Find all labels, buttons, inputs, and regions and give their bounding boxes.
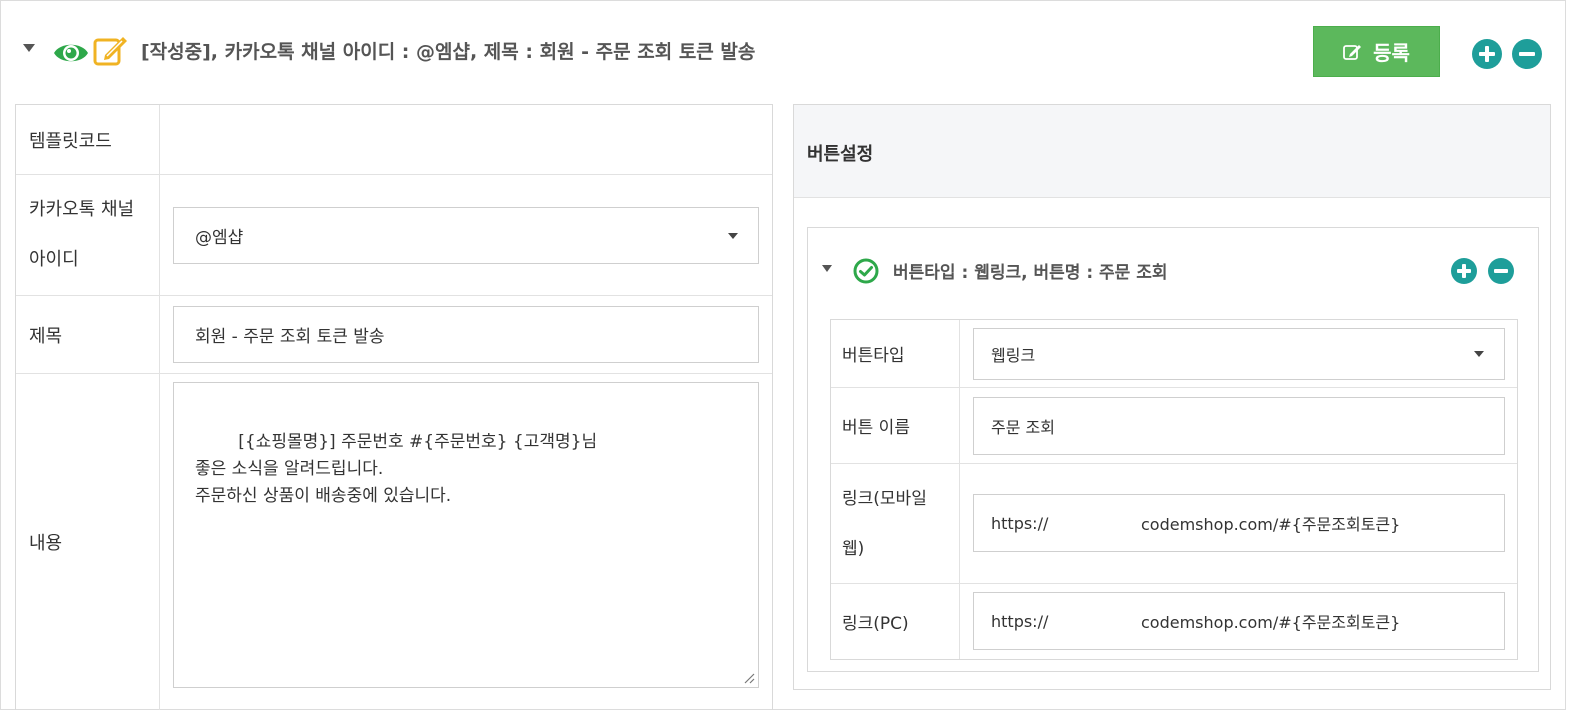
content-row: 내용 [{쇼핑몰명}] 주문번호 #{주문번호} {고객명}님 좋은 소식을 알… [16, 374, 772, 710]
channel-label-line1: 카카오톡 채널 [29, 199, 135, 220]
channel-label: 카카오톡 채널 아이디 [16, 175, 160, 295]
subject-input[interactable]: 회원 - 주문 조회 토큰 발송 [173, 306, 759, 363]
template-code-label: 템플릿코드 [16, 105, 160, 174]
subject-input-value: 회원 - 주문 조회 토큰 발송 [195, 327, 385, 347]
template-form-table: 템플릿코드 카카오톡 채널 아이디 @엠샵 제목 회원 - 주문 조회 토큰 발… [15, 104, 773, 710]
template-code-row: 템플릿코드 [16, 105, 772, 175]
edit-icon[interactable] [93, 35, 129, 67]
button-type-value: 웹링크 [991, 346, 1036, 365]
button-name-input[interactable]: 주문 조회 [973, 397, 1505, 455]
channel-select-value: @엠샵 [195, 228, 244, 248]
resize-handle-icon[interactable] [743, 672, 755, 684]
link-mobile-value: codemshop.com/#{주문조회토큰} [1141, 515, 1401, 534]
remove-button-item[interactable] [1488, 258, 1514, 284]
link-mobile-scheme: https:// [991, 513, 1049, 533]
button-name-label: 버튼 이름 [831, 388, 960, 463]
button-settings-header: 버튼설정 [794, 105, 1550, 198]
button-settings-panel: 버튼설정 버튼타입 : 웹링크, 버튼명 : 주문 조회 버튼타입 웹링크 버튼… [793, 104, 1551, 690]
link-pc-value: codemshop.com/#{주문조회토큰} [1141, 613, 1401, 632]
channel-select[interactable]: @엠샵 [173, 207, 759, 264]
card-header: [작성중], 카카오톡 채널 아이디 : @엠샵, 제목 : 회원 - 주문 조… [1, 1, 1567, 99]
button-type-label: 버튼타입 [831, 320, 960, 387]
register-button[interactable]: 등록 [1313, 26, 1440, 77]
channel-row: 카카오톡 채널 아이디 @엠샵 [16, 175, 772, 296]
chevron-down-icon [728, 232, 738, 239]
card-title: [작성중], 카카오톡 채널 아이디 : @엠샵, 제목 : 회원 - 주문 조… [141, 41, 756, 63]
link-mobile-row: 링크(모바일 웹) https:// codemshop.com/#{주문조회토… [831, 464, 1517, 584]
button-item-table: 버튼타입 웹링크 버튼 이름 주문 조회 링크(모바일 웹) https:// … [830, 319, 1518, 660]
link-mobile-input[interactable]: https:// codemshop.com/#{주문조회토큰} [973, 494, 1505, 552]
button-settings-title: 버튼설정 [807, 144, 874, 165]
button-name-row: 버튼 이름 주문 조회 [831, 388, 1517, 464]
collapse-caret-icon[interactable] [23, 44, 35, 52]
button-item-title: 버튼타입 : 웹링크, 버튼명 : 주문 조회 [893, 263, 1168, 283]
link-pc-scheme: https:// [991, 611, 1049, 631]
remove-template-button[interactable] [1512, 39, 1542, 69]
link-mobile-label: 링크(모바일 웹) [831, 464, 960, 583]
check-circle-icon [853, 258, 879, 284]
link-mobile-label-line1: 링크(모바일 [842, 488, 927, 509]
button-type-select[interactable]: 웹링크 [973, 328, 1505, 380]
content-textarea[interactable]: [{쇼핑몰명}] 주문번호 #{주문번호} {고객명}님 좋은 소식을 알려드립… [173, 382, 759, 688]
template-card: [작성중], 카카오톡 채널 아이디 : @엠샵, 제목 : 회원 - 주문 조… [0, 0, 1566, 710]
add-template-button[interactable] [1472, 39, 1502, 69]
link-pc-input[interactable]: https:// codemshop.com/#{주문조회토큰} [973, 592, 1505, 650]
content-textarea-value: [{쇼핑몰명}] 주문번호 #{주문번호} {고객명}님 좋은 소식을 알려드립… [195, 432, 598, 506]
content-label: 내용 [16, 374, 160, 710]
link-mobile-label-line2: 웹) [842, 538, 865, 559]
add-button-item[interactable] [1451, 258, 1477, 284]
link-pc-row: 링크(PC) https:// codemshop.com/#{주문조회토큰} [831, 584, 1517, 659]
subject-row: 제목 회원 - 주문 조회 토큰 발송 [16, 296, 772, 374]
collapse-caret-icon[interactable] [822, 265, 832, 272]
button-name-value: 주문 조회 [991, 418, 1055, 437]
subject-label: 제목 [16, 296, 160, 373]
button-type-row: 버튼타입 웹링크 [831, 320, 1517, 388]
link-pc-label: 링크(PC) [831, 584, 960, 659]
eye-icon[interactable] [53, 39, 89, 67]
chevron-down-icon [1474, 351, 1484, 357]
edit-icon [1343, 44, 1362, 60]
register-button-label: 등록 [1373, 41, 1410, 65]
button-item-card: 버튼타입 : 웹링크, 버튼명 : 주문 조회 버튼타입 웹링크 버튼 이름 주… [807, 227, 1539, 672]
channel-label-line2: 아이디 [29, 249, 79, 270]
